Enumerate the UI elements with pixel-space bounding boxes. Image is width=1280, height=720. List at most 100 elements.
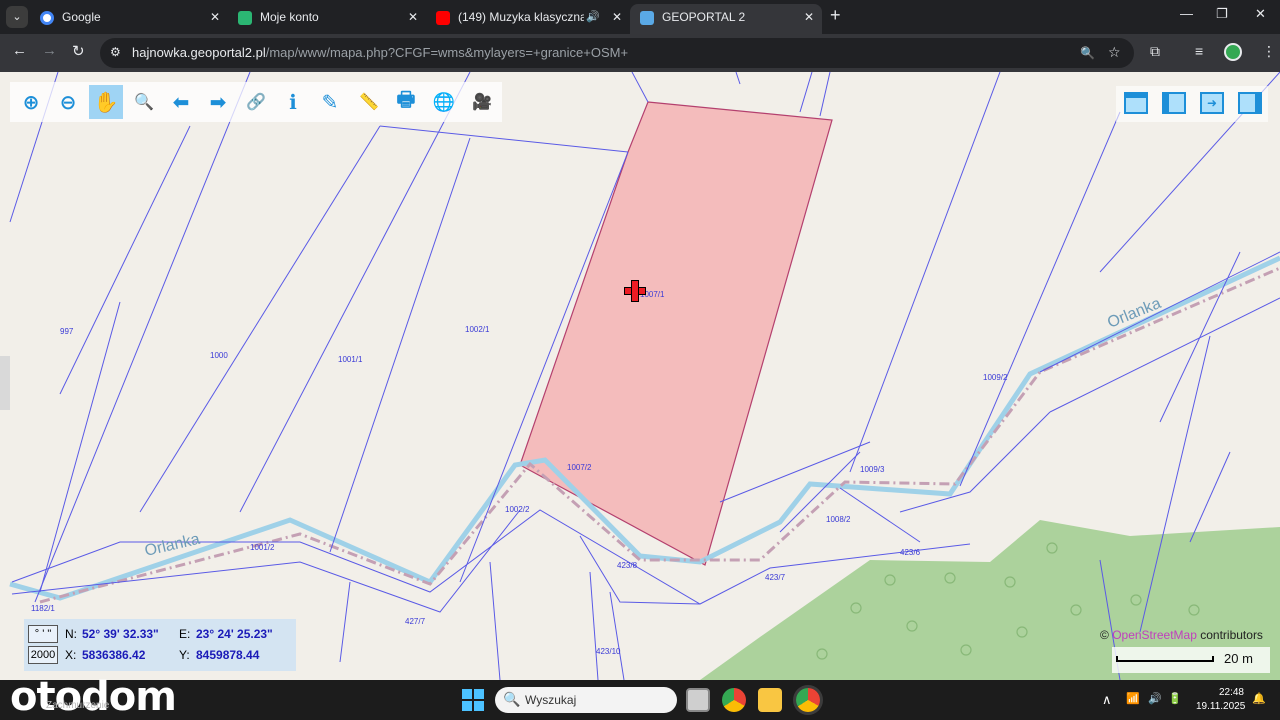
measure-tool-icon[interactable]: 📏 [352, 85, 386, 119]
map-attribution: © OpenStreetMap contributors [1100, 628, 1263, 642]
zoom-extent-tool-icon[interactable]: 🔍 [127, 85, 161, 119]
globe-tool-icon[interactable]: 🌐 [427, 85, 461, 119]
coord-format-button[interactable]: ° ' " [28, 625, 58, 643]
google-favicon-icon [40, 11, 54, 25]
coord-e-label: E: [179, 627, 191, 641]
wifi-icon[interactable]: 📶 [1126, 692, 1140, 705]
zoom-in-tool-icon[interactable]: ⊕ [14, 85, 48, 119]
location-crosshair-icon [624, 280, 646, 302]
forward-button[interactable]: → [42, 42, 57, 59]
maximize-button[interactable]: ❐ [1216, 6, 1228, 22]
close-window-button[interactable]: ✕ [1255, 6, 1266, 22]
parcel-label: 1002/1 [465, 325, 490, 334]
map-canvas[interactable]: 997 1000 1001/1 1002/1 1007/1 1007/2 100… [0, 72, 1280, 680]
print-tool-icon[interactable]: 🖶 [389, 85, 423, 119]
file-explorer-icon[interactable] [758, 688, 782, 712]
tab-title: GEOPORTAL 2 [662, 10, 746, 24]
taskbar-search-input[interactable]: 🔍 Wyszukaj [495, 687, 677, 713]
info-edit-tool-icon[interactable]: ✎ [313, 85, 347, 119]
tab-close-icon[interactable]: ✕ [612, 4, 622, 30]
tab-moje-konto[interactable]: Moje konto ✕ [228, 4, 426, 34]
parcel-label: 1009/3 [860, 465, 885, 474]
search-icon: 🔍 [503, 691, 521, 707]
scroll-handle[interactable] [0, 356, 10, 410]
tray-chevron-icon[interactable]: ∧ [1102, 692, 1112, 708]
parcel-label: 1008/2 [826, 515, 851, 524]
layout-left-icon[interactable] [1162, 92, 1186, 114]
coord-system-button[interactable]: 2000 [28, 646, 58, 664]
minimize-button[interactable]: — [1180, 6, 1193, 21]
chrome-taskbar-icon[interactable] [722, 688, 746, 712]
extensions-icon[interactable]: ⧉ [1150, 43, 1160, 60]
otodom-watermark-logo: otodom [10, 674, 177, 720]
account-favicon-icon [238, 11, 252, 25]
next-view-tool-icon[interactable]: ➡ [201, 85, 235, 119]
notifications-icon[interactable]: 🔔 [1252, 692, 1266, 705]
zoom-out-tool-icon[interactable]: ⊖ [51, 85, 85, 119]
new-tab-button[interactable]: + [830, 5, 841, 26]
layout-panel: ➜ [1116, 86, 1268, 122]
tab-search-button[interactable]: ⌄ [6, 6, 28, 28]
tab-title: Moje konto [260, 10, 319, 24]
layout-right-icon[interactable] [1238, 92, 1262, 114]
audio-playing-icon[interactable]: 🔊 [586, 4, 600, 30]
video-tool-icon[interactable]: 🎥 [465, 85, 499, 119]
tab-title: Google [62, 10, 101, 24]
map-viewport[interactable]: 997 1000 1001/1 1002/1 1007/1 1007/2 100… [0, 72, 1280, 680]
url-text[interactable]: hajnowka.geoportal2.pl/map/www/mapa.php?… [132, 45, 628, 60]
tab-close-icon[interactable]: ✕ [804, 4, 814, 30]
osm-link[interactable]: OpenStreetMap [1112, 628, 1197, 642]
address-bar[interactable]: ⚙ hajnowka.geoportal2.pl/map/www/mapa.ph… [100, 38, 1134, 68]
browser-tab-strip: ⌄ Google ✕ Moje konto ✕ (149) Muzyka kla… [0, 0, 1280, 34]
previous-view-tool-icon[interactable]: ⬅ [164, 85, 198, 119]
tab-google[interactable]: Google ✕ [30, 4, 228, 34]
weather-text: Zachmurzenie [46, 700, 110, 711]
coord-x-value: 5836386.42 [82, 648, 146, 662]
parcel-label: 423/8 [617, 561, 638, 570]
back-button[interactable]: ← [12, 42, 27, 59]
battery-icon[interactable]: 🔋 [1168, 692, 1182, 705]
volume-icon[interactable]: 🔊 [1148, 692, 1162, 705]
coord-x-label: X: [65, 648, 77, 662]
scale-label: 20 m [1224, 651, 1253, 666]
link-tool-icon[interactable]: 🔗 [239, 85, 273, 119]
coord-n-label: N: [65, 627, 77, 641]
tab-youtube[interactable]: (149) Muzyka klasyczna, któ 🔊 ✕ [426, 4, 630, 34]
youtube-favicon-icon [436, 11, 450, 25]
parcel-label: 997 [60, 327, 74, 336]
browser-menu-icon[interactable]: ⋮ [1262, 43, 1276, 60]
zoom-page-icon[interactable]: 🔍 [1080, 46, 1095, 60]
parcel-label: 427/7 [405, 617, 426, 626]
reload-button[interactable]: ↻ [72, 42, 85, 60]
start-button-icon[interactable] [462, 689, 484, 711]
geoportal-favicon-icon [640, 11, 654, 25]
parcel-label: 1001/1 [338, 355, 363, 364]
map-toolbar: ⊕ ⊖ ✋ 🔍 ⬅ ➡ 🔗 ℹ ✎ 📏 🖶 🌐 🎥 [10, 82, 502, 122]
pan-hand-tool-icon[interactable]: ✋ [89, 85, 123, 119]
coordinates-panel: ° ' " 2000 N: 52° 39' 32.33" E: 23° 24' … [24, 619, 296, 671]
coord-y-label: Y: [179, 648, 190, 662]
tab-geoportal[interactable]: GEOPORTAL 2 ✕ [630, 4, 822, 34]
site-info-icon[interactable]: ⚙ [110, 45, 121, 59]
clock-time: 22:48 [1218, 687, 1244, 698]
info-tool-icon[interactable]: ℹ [276, 85, 310, 119]
tab-close-icon[interactable]: ✕ [210, 4, 220, 30]
scale-line [1116, 656, 1214, 662]
tab-close-icon[interactable]: ✕ [408, 4, 418, 30]
taskbar-clock[interactable]: 22:48 19.11.2025 [1196, 686, 1246, 714]
clock-date: 19.11.2025 [1196, 701, 1246, 712]
search-placeholder: Wyszukaj [525, 693, 577, 707]
coord-e-value: 23° 24' 25.23" [196, 627, 273, 641]
selected-parcel[interactable] [519, 101, 833, 566]
parcel-label: 1009/2 [983, 373, 1008, 382]
chrome-active-taskbar-icon[interactable] [796, 688, 820, 712]
scale-bar: 20 m [1112, 647, 1270, 673]
layout-top-icon[interactable] [1124, 92, 1148, 114]
media-controls-icon[interactable]: ≡ [1195, 43, 1203, 59]
bookmark-star-icon[interactable]: ☆ [1108, 44, 1121, 61]
task-view-icon[interactable] [686, 688, 710, 712]
profile-avatar[interactable] [1224, 43, 1242, 61]
layout-expand-icon[interactable]: ➜ [1200, 92, 1224, 114]
parcel-label: 423/10 [596, 647, 621, 656]
parcel-label: 1007/2 [567, 463, 592, 472]
